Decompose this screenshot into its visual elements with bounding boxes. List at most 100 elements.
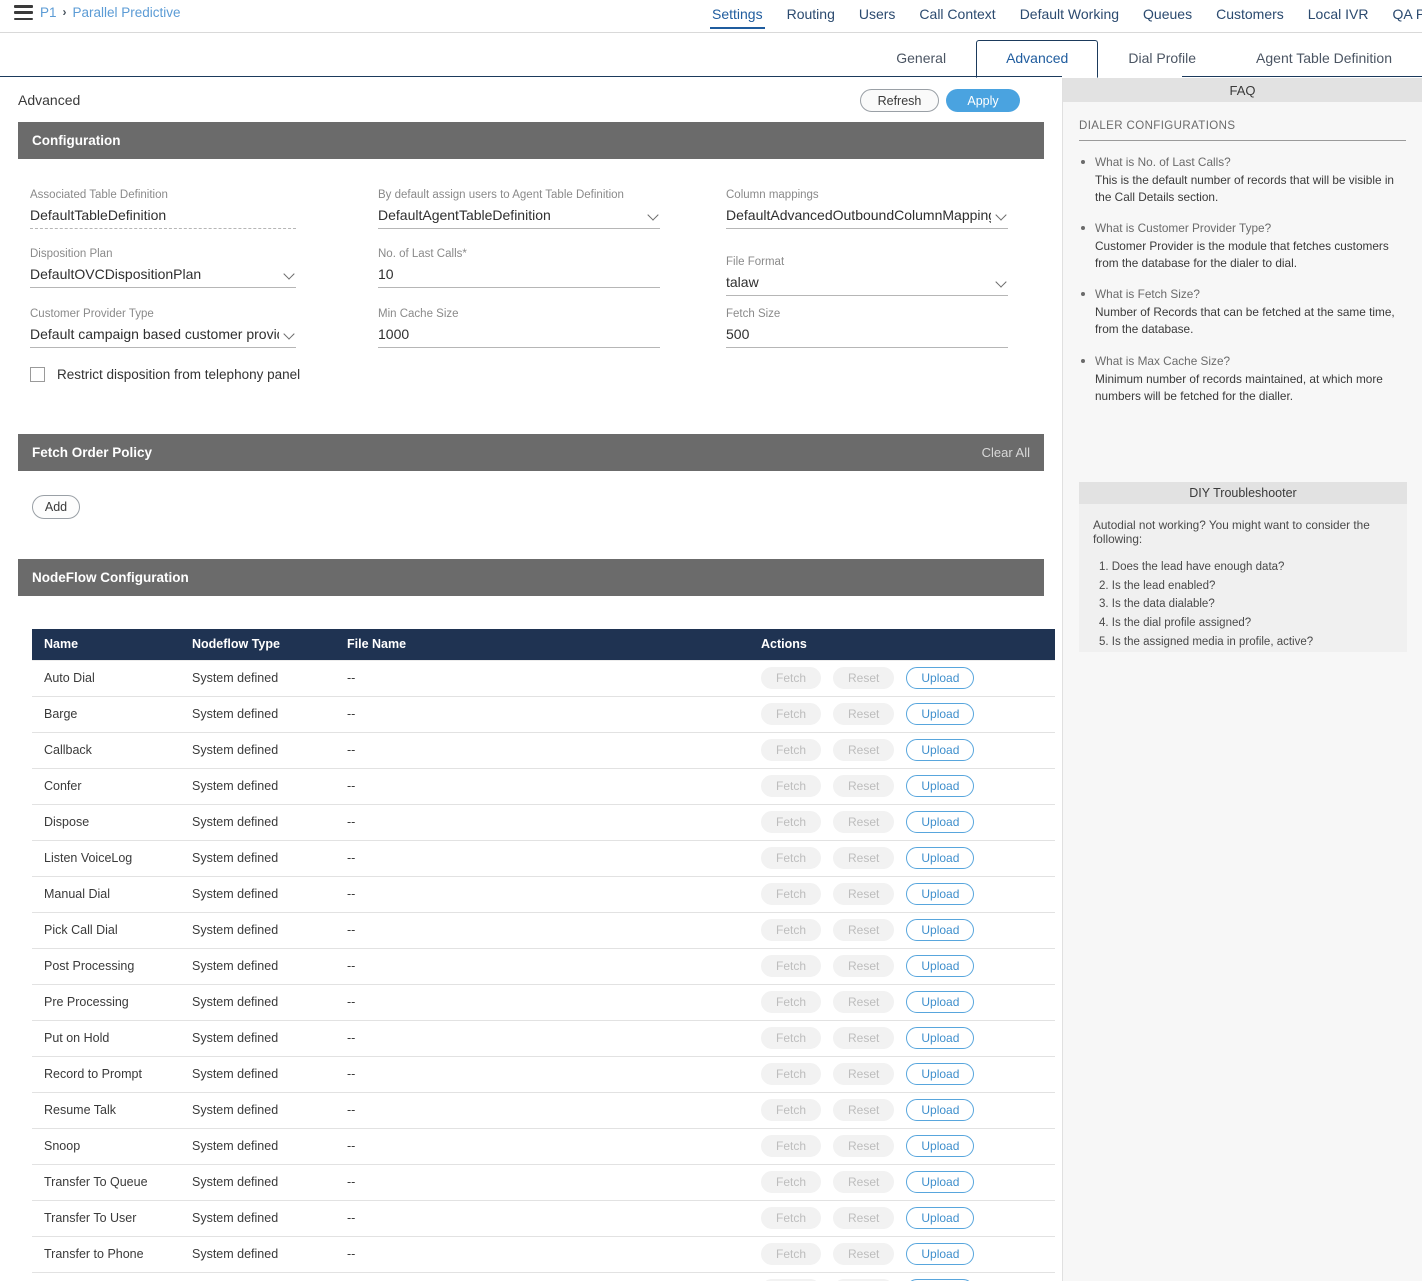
upload-button[interactable]: Upload	[906, 1207, 975, 1229]
table-row: Pre Processing System defined -- Fetch Reset…	[32, 984, 1055, 1021]
cell-actions: Fetch Reset Upload	[749, 948, 1055, 985]
configuration-section-title: Configuration	[32, 133, 121, 148]
input-no-of-last-calls[interactable]: 10	[378, 266, 660, 288]
select-customer-provider-type[interactable]: Default campaign based customer provider	[30, 326, 296, 348]
upload-button[interactable]: Upload	[906, 667, 975, 689]
field-agent-table-definition: By default assign users to Agent Table D…	[378, 189, 660, 229]
nav-item-qa-parameters[interactable]: QA Parameters	[1380, 0, 1422, 33]
select-agent-table-definition[interactable]: DefaultAgentTableDefinition	[378, 207, 660, 229]
cell-file-name: --	[335, 876, 749, 913]
field-customer-provider-type: Customer Provider Type Default campaign …	[30, 308, 296, 348]
cell-name: Whisper	[32, 1272, 180, 1281]
cell-actions: Fetch Reset Upload	[749, 1236, 1055, 1273]
cell-name: Barge	[32, 696, 180, 733]
cell-file-name: --	[335, 804, 749, 841]
cell-actions: Fetch Reset Upload	[749, 1020, 1055, 1057]
fetch-button: Fetch	[761, 1063, 822, 1085]
label-no-of-last-calls: No. of Last Calls*	[378, 248, 467, 260]
cell-actions: Fetch Reset Upload	[749, 912, 1055, 949]
upload-button[interactable]: Upload	[906, 883, 975, 905]
add-button[interactable]: Add	[32, 495, 80, 519]
tab-advanced[interactable]: Advanced	[976, 40, 1099, 78]
upload-button[interactable]: Upload	[906, 991, 975, 1013]
page-title: Advanced	[18, 92, 81, 108]
cell-file-name: --	[335, 840, 749, 877]
cell-nodeflow-type: System defined	[180, 1056, 335, 1093]
upload-button[interactable]: Upload	[906, 955, 975, 977]
cell-file-name: --	[335, 732, 749, 769]
upload-button[interactable]: Upload	[906, 1063, 975, 1085]
table-row: WhisperSystem defined--FetchResetUpload	[32, 1272, 1055, 1281]
nav-item-users[interactable]: Users	[847, 0, 908, 33]
upload-button[interactable]: Upload	[906, 1243, 975, 1265]
restrict-disposition-checkbox-row[interactable]: Restrict disposition from telephony pane…	[30, 367, 300, 382]
nav-item-call-context[interactable]: Call Context	[907, 0, 1007, 33]
table-row: Resume Talk System defined -- Fetch Reset Upl…	[32, 1092, 1055, 1129]
fetch-button: Fetch	[761, 1135, 822, 1157]
fetch-button: Fetch	[761, 1171, 822, 1193]
hamburger-icon[interactable]	[14, 5, 33, 20]
label-disposition-plan: Disposition Plan	[30, 248, 113, 260]
refresh-button[interactable]: Refresh	[860, 89, 939, 112]
cell-actions: Fetch Reset Upload	[749, 840, 1055, 877]
faq-question: What is Max Cache Size?	[1095, 353, 1231, 368]
faq-answer: This is the default number of records th…	[1095, 173, 1394, 205]
cell-nodeflow-type: System defined	[180, 948, 335, 985]
input-min-cache-size[interactable]: 1000	[378, 326, 660, 348]
upload-button[interactable]: Upload	[906, 1099, 975, 1121]
cell-name: Confer	[32, 768, 180, 805]
nav-item-queues[interactable]: Queues	[1131, 0, 1204, 33]
upload-button[interactable]: Upload	[906, 1135, 975, 1157]
cell-nodeflow-type: System defined	[180, 840, 335, 877]
apply-button[interactable]: Apply	[946, 89, 1020, 112]
reset-button: Reset	[833, 1243, 895, 1265]
breadcrumb-current[interactable]: Parallel Predictive	[73, 5, 181, 20]
nodeflow-section-header: NodeFlow Configuration	[18, 559, 1044, 596]
upload-button[interactable]: Upload	[906, 739, 975, 761]
select-disposition-plan[interactable]: DefaultOVCDispositionPlan	[30, 266, 296, 288]
nav-item-routing[interactable]: Routing	[775, 0, 847, 33]
table-row: Record to Prompt System defined -- Fetch Res…	[32, 1056, 1055, 1093]
label-min-cache-size: Min Cache Size	[378, 308, 459, 320]
upload-button[interactable]: Upload	[906, 811, 975, 833]
upload-button[interactable]: Upload	[906, 1171, 975, 1193]
reset-button: Reset	[833, 739, 895, 761]
select-file-format[interactable]: talaw	[726, 274, 1008, 296]
select-column-mappings[interactable]: DefaultAdvancedOutboundColumnMapping	[726, 207, 1008, 229]
nav-item-customers[interactable]: Customers	[1204, 0, 1296, 33]
chevron-right-icon: ›	[62, 5, 67, 19]
cell-name: Post Processing	[32, 948, 180, 985]
faq-item: What is Max Cache Size? Minimum number of…	[1079, 354, 1406, 405]
cell-name: Transfer To Queue	[32, 1164, 180, 1201]
clear-all-button[interactable]: Clear All	[982, 445, 1030, 460]
diy-troubleshooter: DIY Troubleshooter Autodial not working?…	[1079, 482, 1407, 652]
tab-agent-table-definition[interactable]: Agent Table Definition	[1226, 40, 1422, 77]
cell-file-name: --	[335, 948, 749, 985]
reset-button: Reset	[833, 1207, 895, 1229]
fetch-button: Fetch	[761, 919, 822, 941]
tab-general[interactable]: General	[866, 40, 976, 77]
restrict-disposition-checkbox[interactable]	[30, 367, 45, 382]
upload-button[interactable]: Upload	[906, 703, 975, 725]
input-fetch-size[interactable]: 500	[726, 326, 1008, 348]
faq-item: What is Customer Provider Type? Customer …	[1079, 221, 1406, 272]
upload-button[interactable]: Upload	[906, 1027, 975, 1049]
nav-item-default-working[interactable]: Default Working	[1008, 0, 1131, 33]
cell-actions: Fetch Reset Upload	[749, 768, 1055, 805]
cell-file-name: --	[335, 1164, 749, 1201]
reset-button: Reset	[833, 1063, 895, 1085]
subtabs-baseline-left	[0, 76, 1062, 77]
upload-button[interactable]: Upload	[906, 919, 975, 941]
nav-item-settings[interactable]: Settings	[700, 0, 775, 33]
tab-dial-profile[interactable]: Dial Profile	[1098, 40, 1226, 77]
cell-file-name: --	[335, 912, 749, 949]
breadcrumb-root[interactable]: P1	[40, 5, 57, 20]
cell-name: Resume Talk	[32, 1092, 180, 1129]
chevron-down-icon	[649, 210, 660, 221]
cell-nodeflow-type: System defined	[180, 1236, 335, 1273]
fetch-button: Fetch	[761, 739, 822, 761]
upload-button[interactable]: Upload	[906, 847, 975, 869]
nav-item-local-ivr[interactable]: Local IVR	[1296, 0, 1381, 33]
upload-button[interactable]: Upload	[906, 775, 975, 797]
diy-troubleshooter-header: DIY Troubleshooter	[1079, 482, 1407, 504]
